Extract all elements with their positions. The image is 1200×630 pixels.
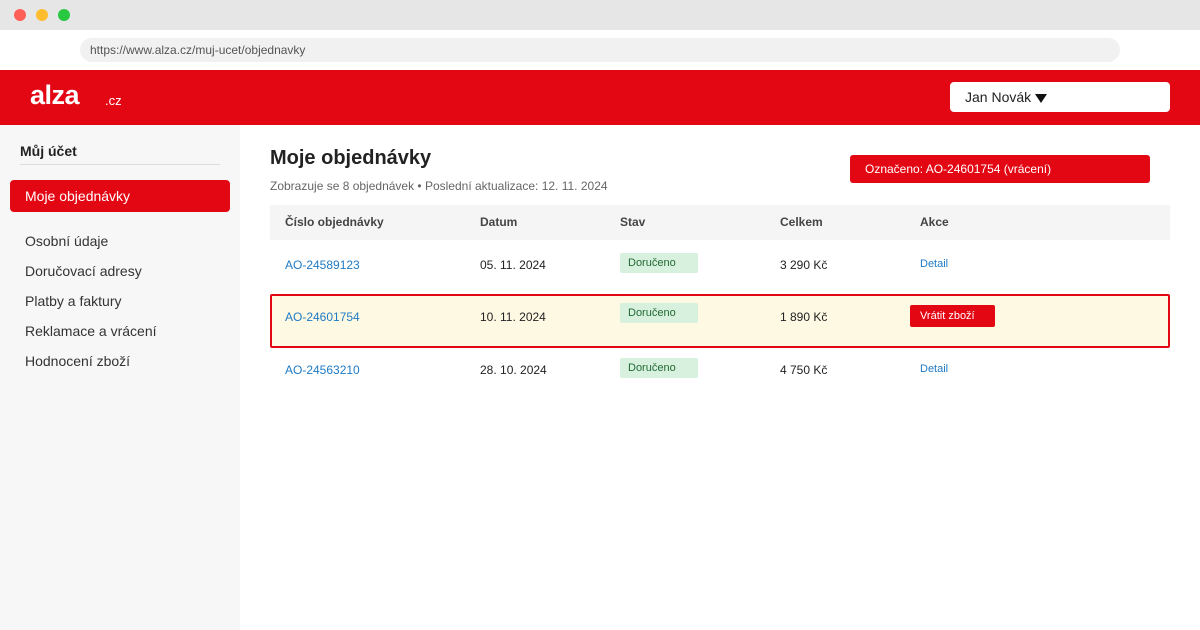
browser-titlebar bbox=[0, 0, 1200, 30]
account-sidebar: Můj účet Moje objednávky Osobní údaje Do… bbox=[0, 125, 240, 630]
user-menu-dropdown[interactable]: Jan Novák bbox=[950, 82, 1170, 112]
close-window-icon[interactable] bbox=[14, 9, 26, 21]
sidebar-divider bbox=[20, 164, 220, 165]
page-subtitle: Zobrazuje se 8 objednávek • Poslední akt… bbox=[270, 179, 608, 193]
address-bar[interactable]: https://www.alza.cz/muj-ucet/objednavky bbox=[80, 38, 1120, 62]
order-date: 10. 11. 2024 bbox=[480, 310, 546, 324]
user-name: Jan Novák bbox=[965, 89, 1032, 105]
column-header-total: Celkem bbox=[780, 215, 823, 229]
maximize-window-icon[interactable] bbox=[58, 9, 70, 21]
detail-link[interactable]: Detail bbox=[920, 363, 948, 375]
sidebar-item-orders[interactable]: Moje objednávky bbox=[10, 180, 230, 212]
sidebar-item-delivery-addresses[interactable]: Doručovací adresy bbox=[25, 263, 142, 279]
browser-toolbar: https://www.alza.cz/muj-ucet/objednavky bbox=[0, 30, 1200, 70]
sidebar-title: Můj účet bbox=[20, 143, 77, 159]
orders-table-header: Číslo objednávky Datum Stav Celkem Akce bbox=[270, 205, 1170, 240]
table-row: AO-24563210 28. 10. 2024 Doručeno 4 750 … bbox=[270, 347, 1170, 397]
page-title: Moje objednávky bbox=[270, 147, 432, 169]
order-number-link[interactable]: AO-24601754 bbox=[285, 310, 360, 324]
column-header-status: Stav bbox=[620, 215, 646, 229]
order-date: 28. 10. 2024 bbox=[480, 363, 547, 377]
table-row-highlighted: AO-24601754 10. 11. 2024 Doručeno 1 890 … bbox=[270, 294, 1170, 348]
order-total: 3 290 Kč bbox=[780, 258, 828, 272]
minimize-window-icon[interactable] bbox=[36, 9, 48, 21]
logo-tld: .cz bbox=[105, 93, 122, 108]
order-date: 05. 11. 2024 bbox=[480, 258, 546, 272]
sidebar-item-personal-info[interactable]: Osobní údaje bbox=[25, 233, 108, 249]
sidebar-item-product-reviews[interactable]: Hodnocení zboží bbox=[25, 353, 130, 369]
detail-link[interactable]: Detail bbox=[920, 258, 948, 270]
order-total: 4 750 Kč bbox=[780, 363, 828, 377]
marked-order-banner: Označeno: AO-24601754 (vrácení) bbox=[850, 155, 1150, 183]
caret-down-icon bbox=[1035, 94, 1048, 103]
status-badge: Doručeno bbox=[620, 303, 698, 323]
alza-logo[interactable]: alza bbox=[30, 80, 80, 111]
site-header: alza .cz Jan Novák bbox=[0, 70, 1200, 125]
status-badge: Doručeno bbox=[620, 358, 698, 378]
column-header-date: Datum bbox=[480, 215, 518, 229]
order-total: 1 890 Kč bbox=[780, 310, 828, 324]
order-number-link[interactable]: AO-24563210 bbox=[285, 363, 360, 377]
sidebar-item-complaints-returns[interactable]: Reklamace a vrácení bbox=[25, 323, 157, 339]
column-header-actions: Akce bbox=[920, 215, 949, 229]
return-goods-button[interactable]: Vrátit zboží bbox=[910, 305, 995, 327]
sidebar-item-payments-invoices[interactable]: Platby a faktury bbox=[25, 293, 122, 309]
column-header-order-number: Číslo objednávky bbox=[285, 215, 384, 229]
order-number-link[interactable]: AO-24589123 bbox=[285, 258, 360, 272]
status-badge: Doručeno bbox=[620, 253, 698, 273]
table-row: AO-24589123 05. 11. 2024 Doručeno 3 290 … bbox=[270, 242, 1170, 292]
